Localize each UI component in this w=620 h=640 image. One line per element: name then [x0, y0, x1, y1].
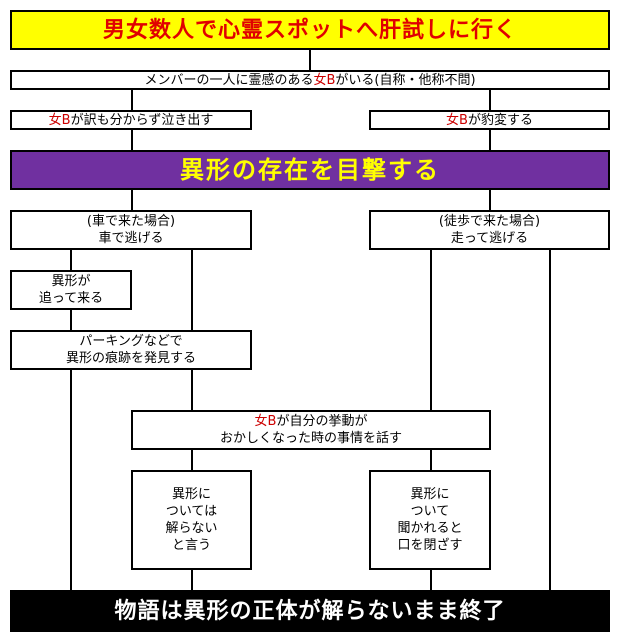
parking-line2: 異形の痕跡を発見する	[65, 351, 196, 366]
title-box: 男女数人で心霊スポットへ肝試しに行く	[10, 10, 610, 50]
cry-box: 女Bが訳も分からず泣き出す	[10, 110, 252, 130]
member-box: メンバーの一人に霊感のある女Bがいる(自称・他称不問)	[10, 70, 610, 90]
car-line2: 車で逃げる	[98, 231, 164, 246]
title-text: 男女数人で心霊スポットへ肝試しに行く	[102, 17, 517, 43]
silent-line2: ついて	[410, 504, 450, 519]
connector-witness-car	[131, 190, 133, 210]
connector-member-transform	[489, 90, 491, 110]
witness-text: 異形の存在を目撃する	[180, 155, 440, 184]
unknown-line1: 異形に	[171, 487, 211, 502]
foot-line1: (徒歩で来た場合)	[438, 214, 541, 229]
unknown-line3: 解らない	[165, 521, 218, 536]
member-highlight: 女B	[313, 72, 336, 88]
parking-line1: パーキングなどで	[79, 334, 183, 349]
ending-text: 物語は異形の正体が解らないまま終了	[114, 598, 506, 624]
transform-text: 女Bが豹変する	[446, 112, 533, 128]
explain-highlight: 女B	[254, 414, 277, 429]
ending-box: 物語は異形の正体が解らないまま終了	[10, 590, 610, 632]
unknown-box: 異形に ついては 解らない と言う	[131, 470, 252, 570]
connector-title-member	[309, 50, 311, 70]
transform-box: 女Bが豹変する	[369, 110, 610, 130]
car-box: (車で来た場合) 車で逃げる	[10, 210, 252, 250]
cry-highlight: 女B	[48, 112, 71, 128]
explain-line2: おかしくなった時の事情を話す	[219, 431, 402, 446]
transform-highlight: 女B	[446, 112, 468, 128]
chase-box: 異形が 追って来る	[10, 270, 132, 310]
explain-line1: 女Bが自分の挙動が	[254, 414, 368, 429]
cry-text: 女Bが訳も分からず泣き出す	[48, 112, 214, 128]
connector-cry-witness	[131, 130, 133, 150]
connector-witness-foot	[489, 190, 491, 210]
foot-box: (徒歩で来た場合) 走って逃げる	[369, 210, 610, 250]
silent-box: 異形に ついて 聞かれると 口を閉ざす	[369, 470, 491, 570]
parking-box: パーキングなどで 異形の痕跡を発見する	[10, 330, 252, 370]
connector-member-cry	[131, 90, 133, 110]
witness-box: 異形の存在を目撃する	[10, 150, 610, 190]
car-line1: (車で来た場合)	[86, 214, 176, 229]
member-text: メンバーの一人に霊感のある女Bがいる(自称・他称不問)	[144, 72, 476, 88]
unknown-line4: と言う	[171, 538, 211, 553]
explain-box: 女Bが自分の挙動が おかしくなった時の事情を話す	[131, 410, 491, 450]
silent-line1: 異形に	[410, 487, 450, 502]
unknown-line2: ついては	[165, 504, 218, 519]
foot-line2: 走って逃げる	[450, 231, 529, 246]
silent-line4: 口を閉ざす	[397, 538, 463, 553]
chase-line2: 追って来る	[38, 291, 104, 306]
silent-line3: 聞かれると	[397, 521, 463, 536]
chase-line1: 異形が	[51, 274, 91, 289]
connector-transform-witness	[489, 130, 491, 150]
flow-line-right-outer	[549, 250, 551, 590]
